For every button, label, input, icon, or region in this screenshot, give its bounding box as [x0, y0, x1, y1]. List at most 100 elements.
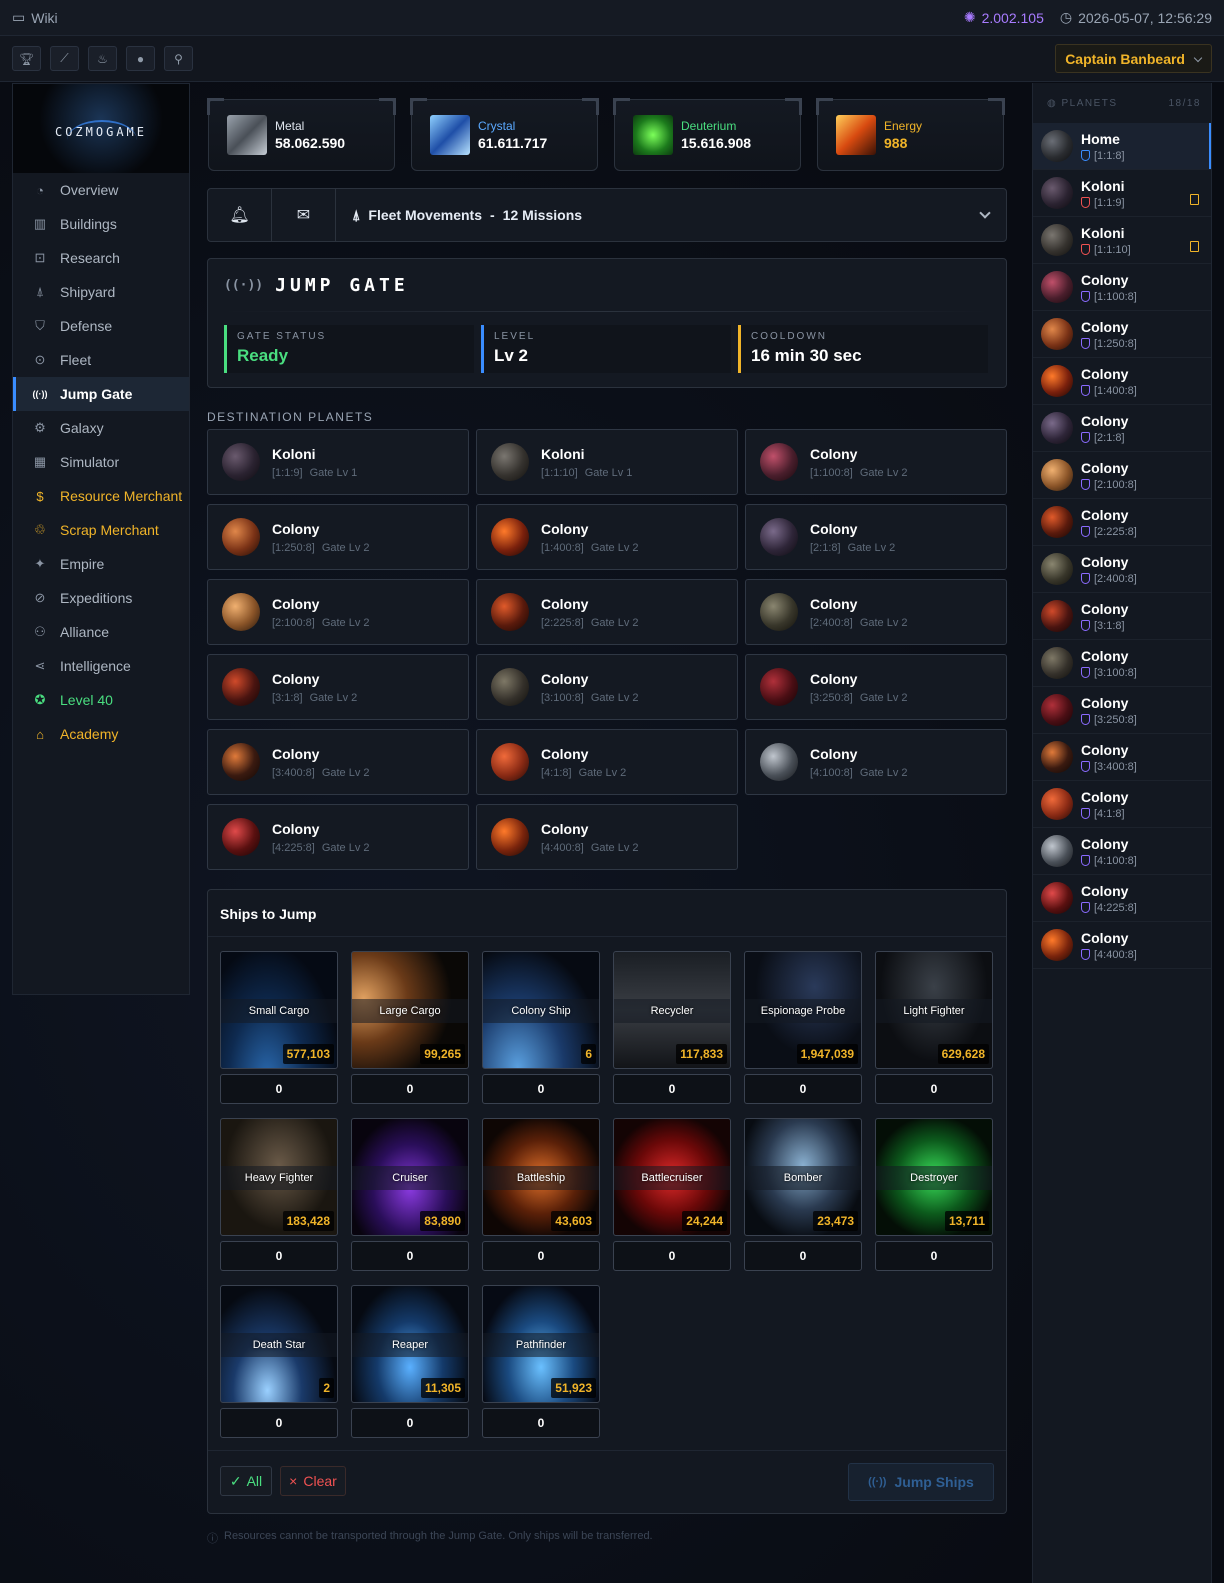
- destination-card[interactable]: Colony [3:1:8] Gate Lv 2: [207, 654, 469, 720]
- ship-quantity-input[interactable]: [482, 1408, 600, 1438]
- planet-list-item[interactable]: Colony [4:1:8]: [1033, 781, 1211, 828]
- planet-list-item[interactable]: Colony [1:100:8]: [1033, 264, 1211, 311]
- logo[interactable]: COZMOGAME: [13, 84, 189, 173]
- ship-card-cruiser[interactable]: Cruiser 83,890: [351, 1118, 469, 1236]
- ship-quantity-input[interactable]: [220, 1408, 338, 1438]
- ship-quantity-input[interactable]: [220, 1241, 338, 1271]
- destination-card[interactable]: Colony [2:225:8] Gate Lv 2: [476, 579, 738, 645]
- resource-deuterium[interactable]: Deuterium 15.616.908: [613, 98, 802, 171]
- ship-quantity-input[interactable]: [351, 1241, 469, 1271]
- select-all-button[interactable]: ✓ All: [220, 1466, 272, 1496]
- planet-list-item[interactable]: Colony [2:100:8]: [1033, 452, 1211, 499]
- ship-card-pathfinder[interactable]: Pathfinder 51,923: [482, 1285, 600, 1403]
- ship-quantity-input[interactable]: [220, 1074, 338, 1104]
- chevron-down-icon[interactable]: [964, 189, 1006, 241]
- ship-quantity-input[interactable]: [351, 1408, 469, 1438]
- planet-list-item[interactable]: Colony [4:100:8]: [1033, 828, 1211, 875]
- destination-card[interactable]: Colony [4:1:8] Gate Lv 2: [476, 729, 738, 795]
- destination-card[interactable]: Colony [3:100:8] Gate Lv 2: [476, 654, 738, 720]
- resource-energy[interactable]: Energy 988: [816, 98, 1005, 171]
- destination-card[interactable]: Colony [1:250:8] Gate Lv 2: [207, 504, 469, 570]
- resource-crystal[interactable]: Crystal 61.611.717: [410, 98, 599, 171]
- planet-list-item[interactable]: Koloni [1:1:9]: [1033, 170, 1211, 217]
- clear-button[interactable]: × Clear: [280, 1466, 346, 1496]
- destination-card[interactable]: Koloni [1:1:9] Gate Lv 1: [207, 429, 469, 495]
- planet-list-item[interactable]: Colony [2:1:8]: [1033, 405, 1211, 452]
- ship-card-large-cargo[interactable]: Large Cargo 99,265: [351, 951, 469, 1069]
- fleet-movements-toggle[interactable]: ⍋ Fleet Movements - 12 Missions: [336, 189, 964, 241]
- destination-card[interactable]: Colony [4:400:8] Gate Lv 2: [476, 804, 738, 870]
- ship-quantity-input[interactable]: [875, 1074, 993, 1104]
- planet-list-item[interactable]: Colony [4:400:8]: [1033, 922, 1211, 969]
- planet-list-item[interactable]: Colony [4:225:8]: [1033, 875, 1211, 922]
- sidebar-item-buildings[interactable]: ▥ Buildings: [13, 207, 189, 241]
- ship-card-light-fighter[interactable]: Light Fighter 629,628: [875, 951, 993, 1069]
- ship-quantity-input[interactable]: [875, 1241, 993, 1271]
- sidebar-item-research[interactable]: ⊡ Research: [13, 241, 189, 275]
- sidebar-item-defense[interactable]: ⛉ Defense: [13, 309, 189, 343]
- planet-list-item[interactable]: Colony [2:400:8]: [1033, 546, 1211, 593]
- ship-card-bomber[interactable]: Bomber 23,473: [744, 1118, 862, 1236]
- ship-quantity-input[interactable]: [482, 1074, 600, 1104]
- sidebar-item-level-40[interactable]: ✪ Level 40: [13, 683, 189, 717]
- ship-quantity-input[interactable]: [351, 1074, 469, 1104]
- ship-card-reaper[interactable]: Reaper 11,305: [351, 1285, 469, 1403]
- ship-quantity-input[interactable]: [613, 1241, 731, 1271]
- chart-icon[interactable]: ⟋: [50, 46, 79, 71]
- notifications-button[interactable]: 🔔︎: [208, 189, 272, 241]
- ship-card-colony-ship[interactable]: Colony Ship 6: [482, 951, 600, 1069]
- planet-list-item[interactable]: Colony [3:100:8]: [1033, 640, 1211, 687]
- planet-list-item[interactable]: Colony [2:225:8]: [1033, 499, 1211, 546]
- sidebar-item-shipyard[interactable]: ⍋ Shipyard: [13, 275, 189, 309]
- sidebar-item-scrap-merchant[interactable]: ♲ Scrap Merchant: [13, 513, 189, 547]
- chat-icon[interactable]: ●: [126, 46, 155, 71]
- planet-list-item[interactable]: Colony [1:400:8]: [1033, 358, 1211, 405]
- sidebar-item-intelligence[interactable]: ⋖ Intelligence: [13, 649, 189, 683]
- captain-dropdown[interactable]: Captain Banbeard: [1055, 44, 1212, 73]
- resource-metal[interactable]: Metal 58.062.590: [207, 98, 396, 171]
- sidebar-item-fleet[interactable]: ⊙ Fleet: [13, 343, 189, 377]
- ship-card-destroyer[interactable]: Destroyer 13,711: [875, 1118, 993, 1236]
- destination-card[interactable]: Colony [4:225:8] Gate Lv 2: [207, 804, 469, 870]
- sidebar-item-expeditions[interactable]: ⊘ Expeditions: [13, 581, 189, 615]
- ship-card-recycler[interactable]: Recycler 117,833: [613, 951, 731, 1069]
- ship-card-battlecruiser[interactable]: Battlecruiser 24,244: [613, 1118, 731, 1236]
- destination-card[interactable]: Colony [2:1:8] Gate Lv 2: [745, 504, 1007, 570]
- planet-list-item[interactable]: Home [1:1:8]: [1033, 123, 1211, 170]
- destination-card[interactable]: Colony [2:400:8] Gate Lv 2: [745, 579, 1007, 645]
- planet-list-item[interactable]: Colony [3:400:8]: [1033, 734, 1211, 781]
- sidebar-item-empire[interactable]: ✦ Empire: [13, 547, 189, 581]
- ship-card-heavy-fighter[interactable]: Heavy Fighter 183,428: [220, 1118, 338, 1236]
- ship-card-death-star[interactable]: Death Star 2: [220, 1285, 338, 1403]
- planet-list-item[interactable]: Koloni [1:1:10]: [1033, 217, 1211, 264]
- sidebar-item-jump-gate[interactable]: ((·)) Jump Gate: [13, 377, 189, 411]
- ship-quantity-input[interactable]: [744, 1241, 862, 1271]
- ship-quantity-input[interactable]: [744, 1074, 862, 1104]
- wiki-link[interactable]: ▭ Wiki: [12, 9, 58, 26]
- planet-list-item[interactable]: Colony [3:250:8]: [1033, 687, 1211, 734]
- destination-card[interactable]: Colony [2:100:8] Gate Lv 2: [207, 579, 469, 645]
- messages-button[interactable]: ✉: [272, 189, 336, 241]
- destination-card[interactable]: Colony [1:100:8] Gate Lv 2: [745, 429, 1007, 495]
- destination-card[interactable]: Colony [4:100:8] Gate Lv 2: [745, 729, 1007, 795]
- flame-icon[interactable]: ♨: [88, 46, 117, 71]
- destination-card[interactable]: Colony [3:400:8] Gate Lv 2: [207, 729, 469, 795]
- planet-list-item[interactable]: Colony [3:1:8]: [1033, 593, 1211, 640]
- ship-card-small-cargo[interactable]: Small Cargo 577,103: [220, 951, 338, 1069]
- jump-ships-button[interactable]: ((·)) Jump Ships: [848, 1463, 994, 1501]
- sidebar-item-academy[interactable]: ⌂ Academy: [13, 717, 189, 751]
- ship-quantity-input[interactable]: [482, 1241, 600, 1271]
- planet-list-item[interactable]: Colony [1:250:8]: [1033, 311, 1211, 358]
- ship-card-battleship[interactable]: Battleship 43,603: [482, 1118, 600, 1236]
- ship-quantity-input[interactable]: [613, 1074, 731, 1104]
- trophy-icon[interactable]: 🏆︎: [12, 46, 41, 71]
- sidebar-item-galaxy[interactable]: ⚙ Galaxy: [13, 411, 189, 445]
- sidebar-item-alliance[interactable]: ⚇ Alliance: [13, 615, 189, 649]
- destination-card[interactable]: Colony [3:250:8] Gate Lv 2: [745, 654, 1007, 720]
- sidebar-item-resource-merchant[interactable]: $ Resource Merchant: [13, 479, 189, 513]
- add-friend-icon[interactable]: ⚲: [164, 46, 193, 71]
- destination-card[interactable]: Koloni [1:1:10] Gate Lv 1: [476, 429, 738, 495]
- sidebar-item-overview[interactable]: ◔ Overview: [13, 173, 189, 207]
- ship-card-espionage-probe[interactable]: Espionage Probe 1,947,039: [744, 951, 862, 1069]
- sidebar-item-simulator[interactable]: ▦ Simulator: [13, 445, 189, 479]
